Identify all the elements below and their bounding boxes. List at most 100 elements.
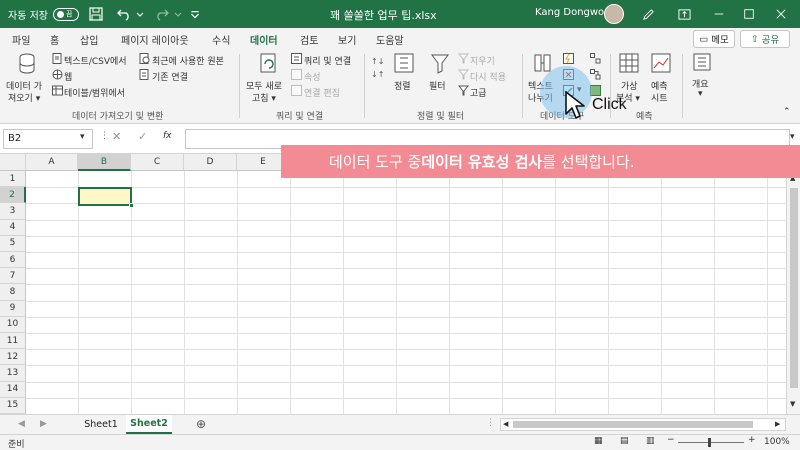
fill-handle[interactable] [129, 203, 134, 208]
zoom-in-icon[interactable]: + [748, 435, 756, 445]
web-button[interactable]: 웹 [64, 70, 72, 83]
column-header-d[interactable]: D [184, 154, 237, 171]
redo-icon[interactable] [151, 3, 173, 25]
row-header-8[interactable]: 8 [0, 284, 26, 301]
normal-view-icon[interactable]: ▦ [594, 436, 603, 446]
tab-view[interactable]: 보기 [338, 32, 356, 47]
avatar[interactable] [604, 4, 624, 24]
relationships-icon[interactable] [590, 69, 601, 80]
reapply-button[interactable]: 다시 적용 [470, 70, 506, 83]
row-header-7[interactable]: 7 [0, 268, 26, 285]
filter-button[interactable]: 필터 [426, 53, 454, 93]
customize-qat-icon[interactable] [189, 3, 201, 25]
scroll-right-icon[interactable]: ▶ [775, 420, 780, 428]
row-header-10[interactable]: 10 [0, 316, 26, 333]
existing-connections-button[interactable]: 기존 연결 [152, 70, 188, 83]
select-all-corner[interactable] [0, 154, 26, 171]
tab-review[interactable]: 검토 [300, 32, 318, 47]
consolidate-icon[interactable] [590, 53, 601, 64]
expand-formula-icon[interactable]: ▾ [790, 132, 795, 142]
row-header-9[interactable]: 9 [0, 300, 26, 317]
save-icon[interactable] [85, 3, 107, 25]
column-header-a[interactable]: A [26, 154, 78, 171]
more-options-icon[interactable]: ⋮ [100, 131, 109, 141]
row-header-11[interactable]: 11 [0, 333, 26, 350]
tab-file[interactable]: 파일 [12, 32, 30, 47]
vertical-scrollbar[interactable]: ▲ ▼ [786, 154, 800, 414]
next-sheet-icon[interactable]: ▶ [40, 419, 47, 429]
row-header-6[interactable]: 6 [0, 252, 26, 269]
row-header-12[interactable]: 12 [0, 349, 26, 366]
zoom-slider[interactable] [678, 438, 744, 447]
pen-icon[interactable] [637, 3, 659, 25]
vertical-scroll-thumb[interactable] [790, 188, 798, 388]
cancel-icon[interactable]: ✕ [112, 130, 121, 143]
gridline-horizontal [26, 333, 786, 334]
ribbon-display-icon[interactable] [673, 3, 695, 25]
gridline-horizontal [26, 235, 786, 237]
properties-button[interactable]: 속성 [304, 70, 321, 83]
insert-function-icon[interactable]: fx [163, 131, 172, 141]
column-header-b[interactable]: B [78, 154, 131, 171]
text-csv-icon [52, 53, 62, 64]
enter-icon[interactable]: ✓ [138, 130, 147, 143]
tab-insert[interactable]: 삽입 [80, 32, 98, 47]
share-button[interactable]: ⇧ 공유 [740, 30, 790, 48]
row-header-14[interactable]: 14 [0, 381, 26, 398]
add-sheet-icon[interactable]: ⊕ [196, 417, 206, 431]
flash-fill-icon[interactable] [563, 53, 574, 64]
scroll-down-icon[interactable]: ▼ [790, 400, 795, 408]
zoom-slider-thumb[interactable] [708, 438, 711, 447]
redo-dropdown-icon[interactable] [173, 3, 183, 25]
undo-icon[interactable] [113, 3, 135, 25]
zoom-level[interactable]: 100% [764, 437, 790, 447]
row-header-3[interactable]: 3 [0, 203, 26, 220]
autosave-toggle[interactable]: 끔 [52, 7, 79, 21]
user-name[interactable]: Kang Dongwoo [535, 7, 610, 18]
tab-split-icon[interactable]: ⋮ [486, 418, 495, 428]
page-layout-view-icon[interactable]: ▤ [620, 436, 629, 446]
tab-help[interactable]: 도움말 [376, 32, 404, 47]
name-box-dropdown-icon[interactable]: ▾ [80, 132, 85, 142]
forecast-sheet-button[interactable]: 예측 시트 [648, 53, 674, 105]
queries-connections-button[interactable]: 쿼리 및 연결 [304, 54, 351, 67]
memo-button[interactable]: ▭ 메모 [693, 30, 735, 48]
close-icon[interactable] [770, 3, 792, 25]
tab-formulas[interactable]: 수식 [212, 32, 230, 47]
scroll-left-icon[interactable]: ◀ [503, 420, 508, 428]
minimize-icon[interactable] [708, 3, 730, 25]
horizontal-scroll-thumb[interactable] [513, 421, 753, 428]
row-header-1[interactable]: 1 [0, 171, 26, 188]
tab-data[interactable]: 데이터 [248, 32, 280, 51]
worksheet-grid[interactable]: A B C D E 1 2 3 4 5 6 7 8 9 10 11 12 13 14 15 ▲ ▼ [0, 154, 800, 415]
collapse-ribbon-icon[interactable]: ⌃ [783, 107, 791, 117]
row-header-2[interactable]: 2 [0, 187, 26, 204]
outline-button[interactable]: 개요 ▾ [690, 53, 716, 105]
row-header-5[interactable]: 5 [0, 235, 26, 252]
recent-sources-button[interactable]: 최근에 사용한 원본 [152, 54, 224, 67]
sort-button[interactable]: 정렬 [390, 53, 420, 93]
maximize-icon[interactable] [738, 3, 760, 25]
column-header-c[interactable]: C [131, 154, 184, 171]
text-csv-button[interactable]: 텍스트/CSV에서 [64, 54, 127, 67]
selected-cell-b2[interactable] [78, 187, 132, 206]
page-break-view-icon[interactable]: ▥ [646, 436, 655, 446]
table-range-button[interactable]: 테이블/범위에서 [64, 86, 125, 99]
refresh-all-button[interactable]: 모두 새로 고침 ▾ [246, 53, 290, 105]
sheet-tab-sheet2[interactable]: Sheet2 [126, 415, 172, 434]
sheet-tab-sheet1[interactable]: Sheet1 [78, 415, 124, 434]
undo-dropdown-icon[interactable] [135, 3, 145, 25]
row-header-4[interactable]: 4 [0, 219, 26, 236]
get-data-button[interactable]: 데이터 가 져오기 ▾ [6, 53, 46, 105]
edit-links-button[interactable]: 연결 편집 [304, 86, 340, 99]
zoom-out-icon[interactable]: − [667, 435, 675, 445]
horizontal-scrollbar[interactable]: ◀ ▶ [500, 418, 786, 431]
row-header-13[interactable]: 13 [0, 365, 26, 382]
tab-page-layout[interactable]: 페이지 레이아웃 [121, 32, 189, 47]
database-icon [19, 53, 35, 74]
clear-button[interactable]: 지우기 [470, 54, 495, 67]
advanced-button[interactable]: 고급 [470, 86, 487, 99]
prev-sheet-icon[interactable]: ◀ [18, 419, 25, 429]
tab-home[interactable]: 홈 [50, 32, 59, 47]
row-header-15[interactable]: 15 [0, 397, 26, 414]
